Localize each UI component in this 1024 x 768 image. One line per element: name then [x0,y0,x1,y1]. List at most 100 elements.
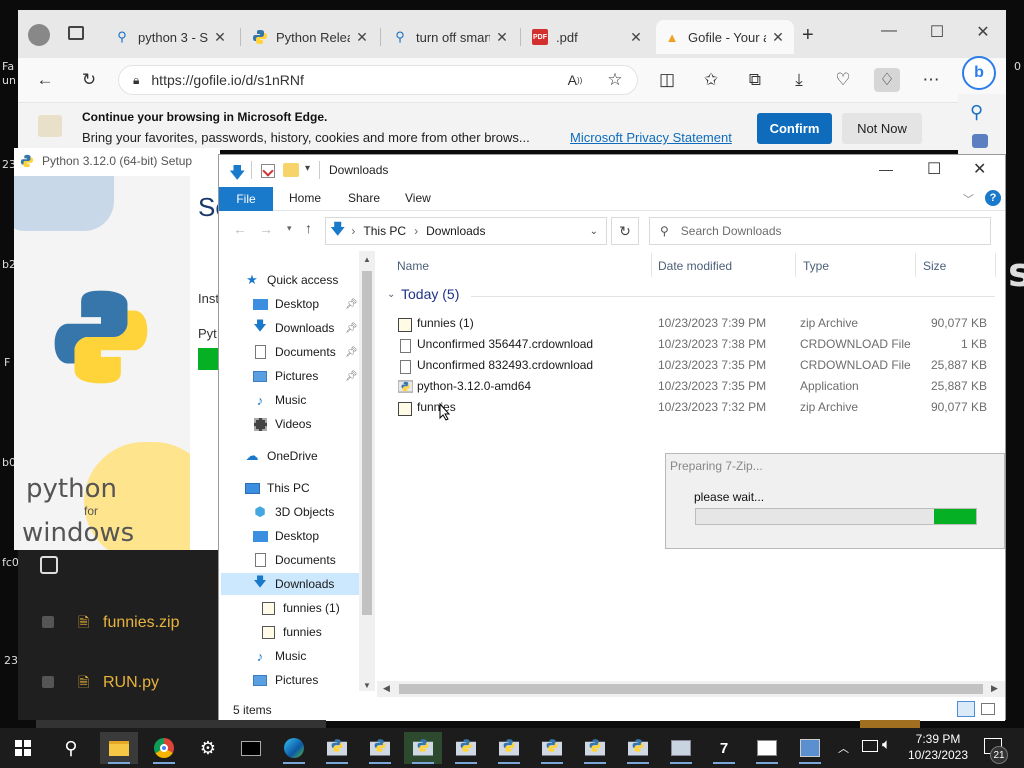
tab-pdf[interactable]: PDF .pdf ✕ [524,20,652,54]
scroll-up-icon[interactable]: ▲ [363,255,371,264]
large-icons-view-icon[interactable] [981,703,995,715]
installer-taskbar-icon[interactable] [662,732,700,764]
nav-funnies[interactable]: funnies [259,621,322,643]
nav-onedrive[interactable]: ☁ OneDrive [243,445,318,467]
back-arrow-icon[interactable]: ← [32,68,58,92]
not-now-button[interactable]: Not Now [842,113,922,144]
collections-icon[interactable]: ⧉ [742,68,768,92]
file-row[interactable]: funnies 10/23/2023 7:32 PM zip Archive 9… [395,397,995,418]
search-icon[interactable]: ⚲ [52,732,90,764]
more-options-icon[interactable]: ⋯ [918,68,944,92]
new-tab-plus-icon[interactable]: + [802,24,814,47]
show-hidden-icons-chevron-icon[interactable]: ︿ [838,740,849,756]
column-header-name[interactable]: Name [397,259,429,273]
website-file-name[interactable]: RUN.py [103,674,159,692]
group-header-today[interactable]: Today (5) [401,286,459,302]
scrollbar-thumb[interactable] [399,684,983,694]
close-icon[interactable]: ✕ [628,29,644,46]
settings-gear-icon[interactable]: ⚙ [189,732,227,764]
nav-documents[interactable]: Documents [251,341,336,363]
nav-vertical-scrollbar[interactable]: ▲ ▼ [359,251,375,691]
nav-pictures[interactable]: Pictures [251,365,318,387]
ribbon-tab-view[interactable]: View [405,191,431,205]
browser-essentials-icon[interactable]: ♡ [830,68,856,92]
column-separator[interactable] [915,253,916,277]
pin-icon[interactable]: 📌︎ [345,299,358,310]
profile-avatar[interactable] [28,24,50,46]
nav-downloads[interactable]: 🡇 Downloads [251,317,334,339]
column-header-type[interactable]: Type [803,259,829,273]
nav-pc-downloads[interactable]: 🡇 Downloads [221,573,359,595]
confirm-button[interactable]: Confirm [757,113,832,144]
python-installer-taskbar-icon[interactable] [619,732,657,764]
row-checkbox[interactable] [42,616,54,628]
network-app-taskbar-icon[interactable] [791,732,829,764]
split-screen-icon[interactable]: ◫ [654,68,680,92]
refresh-icon[interactable]: ↻ [611,217,639,245]
minimize-icon[interactable]: — [874,22,904,40]
minimize-icon[interactable]: — [879,161,893,177]
edge-taskbar-icon[interactable] [275,732,313,764]
ribbon-tab-home[interactable]: Home [289,191,321,205]
clock-time[interactable]: 7:39 PM [906,732,970,746]
tab-gofile[interactable]: ▲ Gofile - Your a ✕ [656,20,794,54]
back-arrow-icon[interactable]: ← [233,221,247,237]
terminal-taskbar-icon[interactable] [232,732,270,764]
nav-funnies-1[interactable]: funnies (1) [259,597,340,619]
maximize-icon[interactable]: ☐ [922,22,952,42]
python-installer-taskbar-icon[interactable] [404,732,442,764]
volume-icon[interactable]: 🔈︎ [882,736,891,753]
python-installer-taskbar-icon[interactable] [318,732,356,764]
scrollbar-thumb[interactable] [362,271,372,615]
privacy-statement-link[interactable]: Microsoft Privacy Statement [570,130,732,145]
properties-icon[interactable] [261,164,275,178]
close-icon[interactable]: ✕ [354,29,370,46]
notification-bell-icon[interactable]: ♢ [874,68,900,92]
bing-copilot-icon[interactable]: b [962,56,996,90]
python-installer-taskbar-icon[interactable] [533,732,571,764]
nav-pc-desktop[interactable]: Desktop [251,525,319,547]
clock-date[interactable]: 10/23/2023 [906,748,970,762]
search-input[interactable]: ⚲ Search Downloads [649,217,991,245]
file-row[interactable]: Unconfirmed 832493.crdownload 10/23/2023… [395,355,995,376]
close-icon[interactable]: ✕ [212,29,228,46]
nav-pc-music[interactable]: ♪ Music [251,645,307,667]
new-folder-icon[interactable] [283,163,299,177]
nav-pc-documents[interactable]: Documents [251,549,336,571]
breadcrumb-this-pc[interactable]: This PC [363,224,406,238]
scroll-left-icon[interactable]: ◀ [383,683,390,694]
shopping-icon[interactable] [972,134,988,148]
select-all-checkbox[interactable] [40,556,58,574]
python-installer-taskbar-icon[interactable] [576,732,614,764]
expand-ribbon-icon[interactable]: ﹀ [963,191,974,207]
favorites-icon[interactable]: ✩ [698,68,724,92]
scroll-right-icon[interactable]: ▶ [991,683,998,694]
refresh-icon[interactable]: ↻ [76,68,102,92]
nav-videos[interactable]: Videos [251,413,311,435]
maximize-icon[interactable]: ☐ [927,159,941,179]
forward-arrow-icon[interactable]: → [259,221,273,237]
app-window-taskbar-icon[interactable] [748,732,786,764]
python-installer-taskbar-icon[interactable] [447,732,485,764]
favorite-star-icon[interactable]: ☆ [602,68,628,92]
scroll-down-icon[interactable]: ▼ [363,681,371,690]
read-aloud-icon[interactable]: A)) [562,68,588,92]
nav-3d-objects[interactable]: ⬢ 3D Objects [251,501,334,523]
pin-icon[interactable]: 📌︎ [345,323,358,334]
close-icon[interactable]: ✕ [770,29,786,46]
website-file-name[interactable]: funnies.zip [103,614,180,632]
ribbon-tab-share[interactable]: Share [348,191,380,205]
file-row[interactable]: funnies (1) 10/23/2023 7:39 PM zip Archi… [395,313,995,334]
pin-icon[interactable]: 📌︎ [345,347,358,358]
tab-actions-icon[interactable] [68,26,84,40]
column-header-date[interactable]: Date modified [658,259,732,273]
ribbon-tab-file[interactable]: File [219,187,273,211]
file-row[interactable]: Unconfirmed 356447.crdownload 10/23/2023… [395,334,995,355]
close-icon[interactable]: ✕ [968,22,998,42]
breadcrumb-downloads[interactable]: Downloads [426,224,485,238]
recent-locations-icon[interactable]: ▾ [287,223,292,234]
start-windows-icon[interactable] [4,732,42,764]
address-path[interactable]: 🡇 › This PC › Downloads ⌄ [325,217,607,245]
downloads-icon[interactable]: ⤓ [786,68,812,92]
up-arrow-icon[interactable]: ↑ [305,220,312,236]
